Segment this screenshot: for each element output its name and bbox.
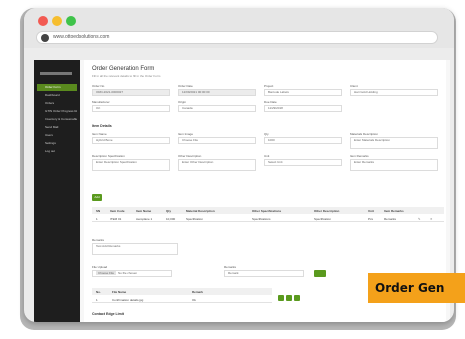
cell-file-name: Confirmation details.jpg [112, 298, 144, 302]
file-upload-field[interactable]: Choose File No file chosen [92, 270, 172, 277]
project-select[interactable]: Barcode Labels [264, 89, 342, 96]
size-label: Description Specification [92, 154, 125, 158]
client-label: Client [350, 84, 358, 88]
view-file-button[interactable] [278, 295, 284, 301]
url-text: www.ottoedsolutions.com [53, 34, 110, 40]
browser-titlebar: www.ottoedsolutions.com [24, 8, 454, 48]
sidebar-item-dashboard[interactable]: Dashboard [37, 92, 77, 99]
cell-unit: Pcs [368, 217, 374, 221]
order-date-field[interactable]: 12/09/2021 00:00:00 [178, 89, 256, 96]
cell-other-description: Specification [314, 217, 332, 221]
maximize-window-button[interactable] [66, 16, 76, 26]
choose-file-button[interactable]: Choose File [96, 271, 117, 275]
sidebar-item-inventory[interactable]: Inventory & Consumables [37, 116, 77, 123]
other-field[interactable]: Enter Other Description [178, 159, 256, 171]
item-remarks-field[interactable]: Enter Remarks [350, 159, 438, 171]
close-window-button[interactable] [38, 16, 48, 26]
sidebar-item-users[interactable]: Users [37, 132, 77, 139]
origin-select[interactable]: Canada [178, 105, 256, 112]
cell-other-specifications: Specifications [252, 217, 271, 221]
item-image-upload[interactable]: Choose File [178, 137, 256, 144]
items-table-header: SN Item Code Item Name Qty Material Desc… [92, 207, 444, 214]
remarks-label: Remarks [92, 238, 105, 242]
download-file-button[interactable] [286, 295, 292, 301]
add-item-button[interactable]: Add [92, 194, 102, 201]
sidebar-item-logout[interactable]: Log out [37, 148, 77, 155]
cell-item-code: ITEM 01 [110, 217, 122, 221]
minimize-window-button[interactable] [52, 16, 62, 26]
item-name-label: Item Name [92, 132, 107, 136]
item-details-heading: Item Details [92, 124, 112, 128]
sidebar-item-orders[interactable]: Orders [37, 100, 77, 107]
cell-item-remarks: Remarks [384, 217, 397, 221]
cell-no: 1 [96, 298, 98, 302]
remarks-field[interactable]: Test Add Remarks [92, 243, 178, 255]
col-no: No. [96, 290, 101, 294]
col-other-specifications: Other Specifications [252, 209, 282, 213]
order-no-field[interactable]: ORD-2021-0000027 [92, 89, 170, 96]
sidebar: Order Form Dashboard Orders GTIN Order P… [34, 60, 80, 322]
edit-row-icon[interactable]: ✎ [418, 217, 421, 221]
footer-section-heading: Contact Edge Limit [92, 312, 124, 316]
cell-remark: Ok [192, 298, 196, 302]
order-date-label: Order Date [178, 84, 193, 88]
qty-label: Qty [264, 132, 269, 136]
sidebar-item-report[interactable]: GTIN Order Progress Report [37, 108, 77, 115]
address-bar[interactable]: www.ottoedsolutions.com [36, 31, 438, 44]
client-select[interactable]: Hari Gold Holding [350, 89, 438, 96]
banner-text: Order Gen [375, 281, 445, 295]
col-other-description: Other Description [314, 209, 340, 213]
col-item-code: Item Code [110, 209, 125, 213]
unit-select[interactable]: Select Unit [264, 159, 342, 166]
order-no-label: Order No [92, 84, 105, 88]
order-gen-banner: Order Gen [368, 273, 465, 303]
remove-file-button[interactable] [294, 295, 300, 301]
col-file-name: File Name [112, 290, 127, 294]
app-logo [40, 72, 72, 75]
cell-item-name: Aeroplane 1 [136, 217, 153, 221]
qty-field[interactable]: 1000 [264, 137, 342, 144]
description-label: Materials Description [350, 132, 379, 136]
item-name-field[interactable]: Hybrid Bone [92, 137, 170, 144]
manufacturer-select[interactable]: Ort [92, 105, 170, 112]
site-icon [41, 34, 49, 42]
upload-button[interactable] [314, 270, 326, 277]
col-item-name: Item Name [136, 209, 152, 213]
size-field[interactable]: Enter Description Specification [92, 159, 170, 171]
due-date-label: Due Date [264, 100, 277, 104]
due-date-field[interactable]: 11/29/2018 [264, 105, 342, 112]
col-item-remarks: Item Remarks [384, 209, 404, 213]
files-table: No. File Name Remark 1 Confirmation deta… [92, 288, 272, 306]
attachment-remarks-field[interactable]: Remark [224, 270, 304, 277]
item-remarks-label: Item Remarks [350, 154, 369, 158]
col-remark: Remark [192, 290, 204, 294]
sidebar-item-send-mail[interactable]: Send Mail [37, 124, 77, 131]
cell-sn: 1 [96, 217, 98, 221]
col-sn: SN [96, 209, 101, 213]
page-subtitle: Fill in all the relevant details to fill… [92, 74, 161, 78]
origin-label: Origin [178, 100, 187, 104]
delete-row-icon[interactable]: ✕ [430, 217, 433, 221]
unit-label: Unit [264, 154, 270, 158]
item-image-label: Item Image [178, 132, 194, 136]
description-field[interactable]: Enter Materials Description [350, 137, 438, 149]
files-table-header: No. File Name Remark [92, 288, 272, 295]
table-row[interactable]: 1 ITEM 01 Aeroplane 1 10,000 Specificati… [92, 215, 444, 222]
sidebar-item-settings[interactable]: Settings [37, 140, 77, 147]
attachment-remarks-label: Remarks [224, 265, 237, 269]
cell-material-description: Specification [186, 217, 204, 221]
table-row[interactable]: 1 Confirmation details.jpg Ok [92, 296, 272, 303]
manufacturer-label: Manufacturer [92, 100, 110, 104]
cell-qty: 10,000 [166, 217, 176, 221]
other-label: Other Description [178, 154, 202, 158]
sidebar-item-order-form[interactable]: Order Form [37, 84, 77, 91]
project-label: Project [264, 84, 274, 88]
page-title: Order Generation Form [92, 66, 155, 72]
file-status-text: No file chosen [118, 271, 138, 275]
col-qty: Qty [166, 209, 172, 213]
items-table: SN Item Code Item Name Qty Material Desc… [92, 207, 444, 229]
file-upload-label: File Upload [92, 265, 108, 269]
col-material-description: Material Description [186, 209, 215, 213]
col-unit: Unit [368, 209, 374, 213]
